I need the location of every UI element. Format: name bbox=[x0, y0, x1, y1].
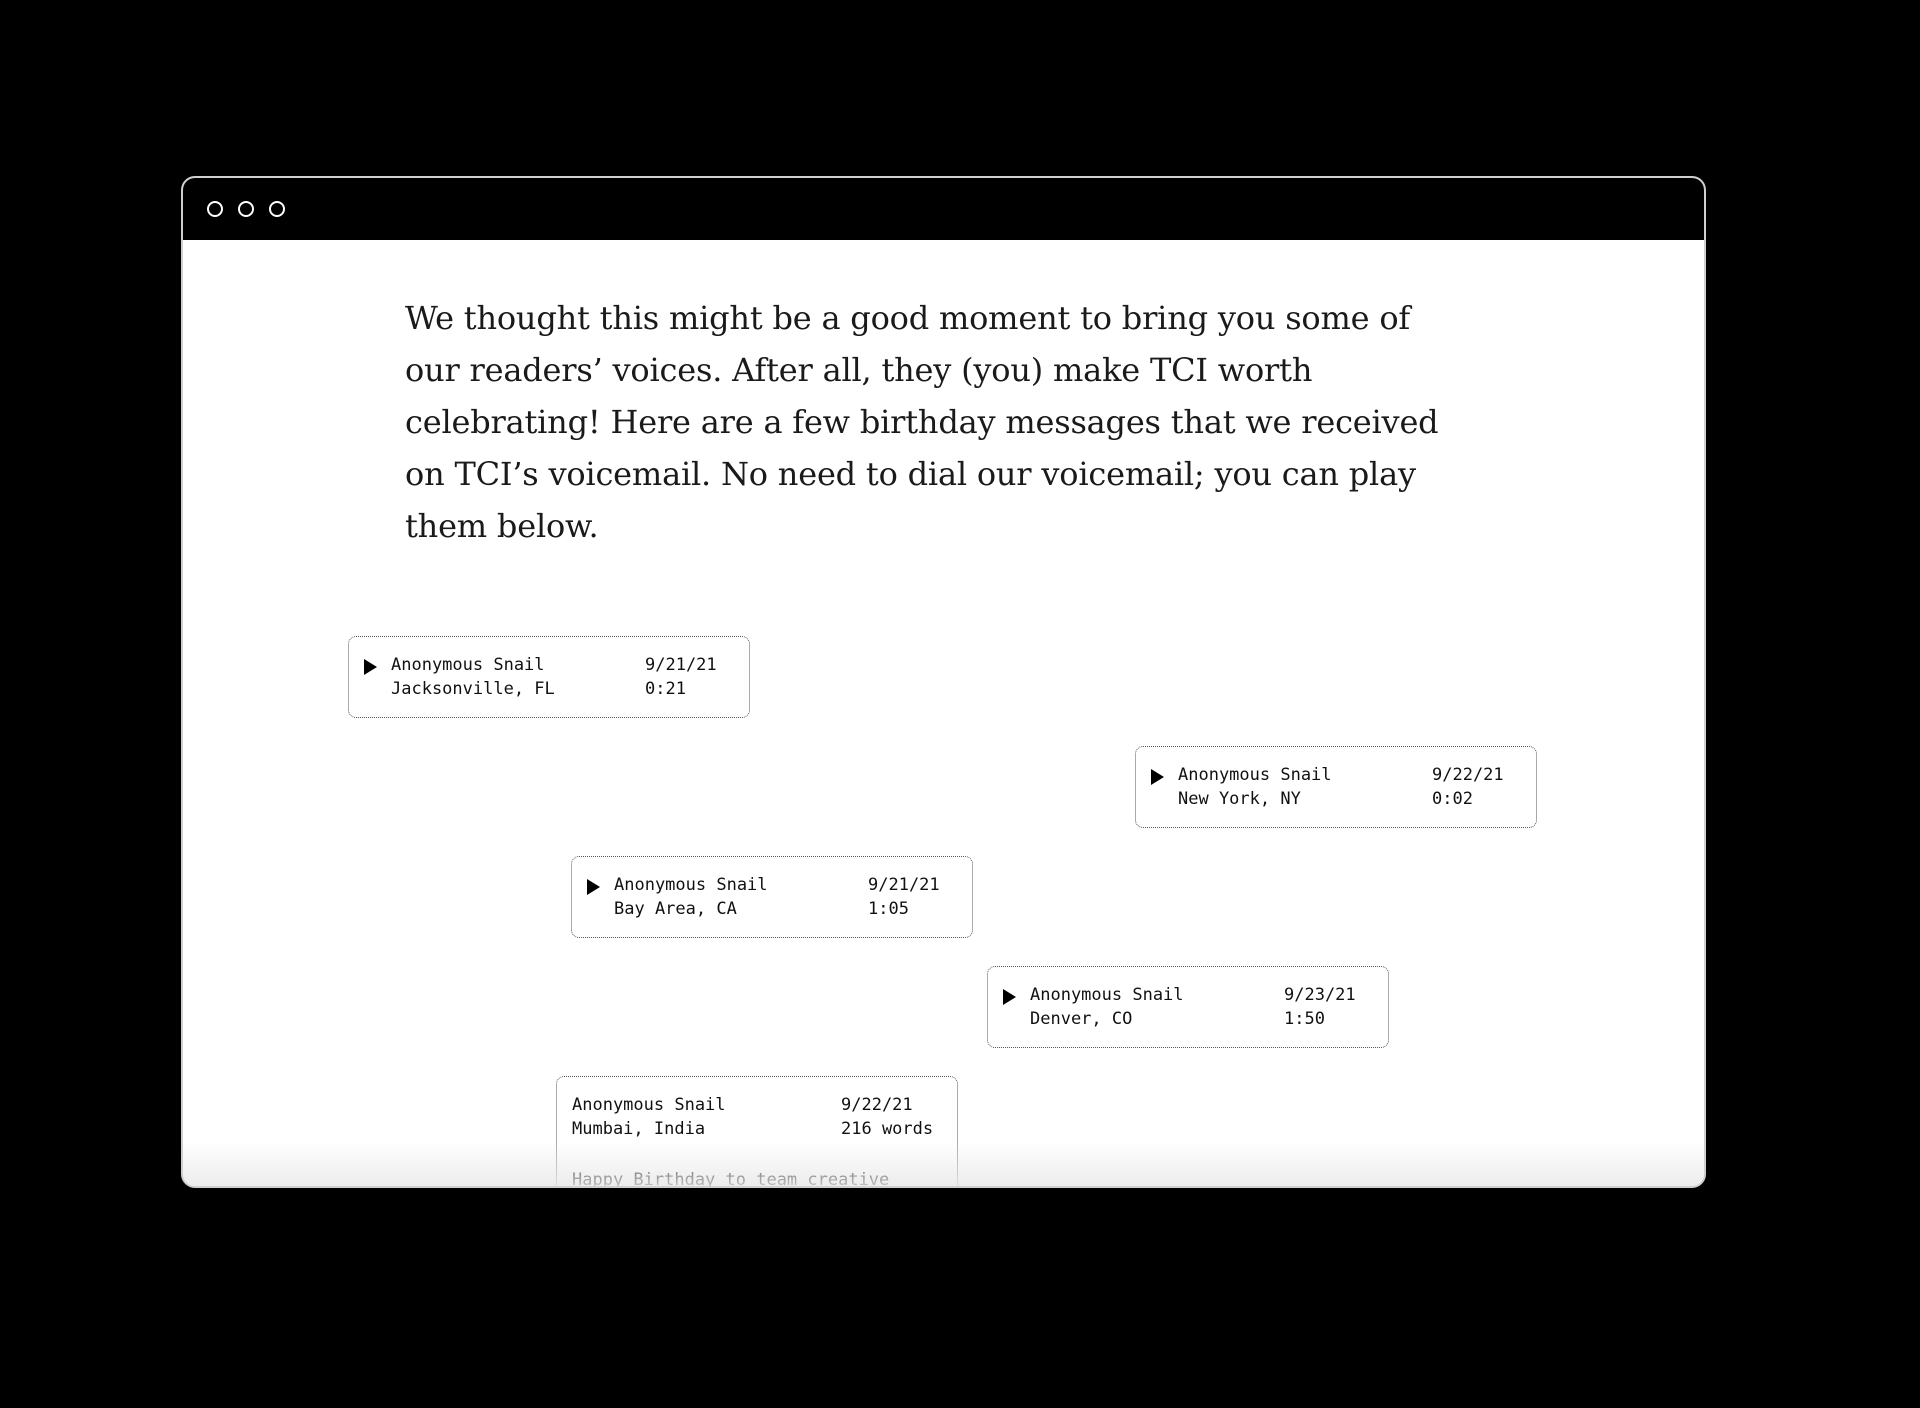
voicemail-duration: 1:50 bbox=[1284, 1009, 1325, 1029]
message-body: Happy Birthday to team creative bbox=[572, 1170, 890, 1188]
intro-paragraph: We thought this might be a good moment t… bbox=[405, 299, 1439, 545]
play-icon[interactable] bbox=[1003, 989, 1016, 1005]
browser-window: We thought this might be a good moment t… bbox=[181, 176, 1706, 1188]
minimize-window-icon[interactable] bbox=[238, 201, 254, 217]
voicemail-duration: 0:21 bbox=[645, 679, 686, 699]
voicemail-location: Jacksonville, FL bbox=[391, 679, 555, 699]
message-sender: Anonymous Snail bbox=[572, 1095, 726, 1115]
message-word-count: 216 words bbox=[841, 1119, 934, 1139]
voicemail-card[interactable]: Anonymous Snail Bay Area, CA 9/21/21 1:0… bbox=[571, 856, 973, 938]
voicemail-duration: 1:05 bbox=[868, 899, 909, 919]
voicemail-location: Bay Area, CA bbox=[614, 899, 737, 919]
voicemail-date: 9/21/21 bbox=[645, 655, 717, 675]
close-window-icon[interactable] bbox=[207, 201, 223, 217]
window-titlebar bbox=[183, 178, 1704, 240]
voicemail-card[interactable]: Anonymous Snail New York, NY 9/22/21 0:0… bbox=[1135, 746, 1537, 828]
voicemail-sender: Anonymous Snail bbox=[391, 655, 545, 675]
voicemail-sender: Anonymous Snail bbox=[614, 875, 768, 895]
message-date: 9/22/21 bbox=[841, 1095, 913, 1115]
voicemail-date: 9/21/21 bbox=[868, 875, 940, 895]
play-icon[interactable] bbox=[587, 879, 600, 895]
voicemail-location: Denver, CO bbox=[1030, 1009, 1133, 1029]
page-content: We thought this might be a good moment t… bbox=[183, 240, 1704, 1188]
voicemail-card[interactable]: Anonymous Snail Jacksonville, FL 9/21/21… bbox=[348, 636, 750, 718]
voicemail-date: 9/22/21 bbox=[1432, 765, 1504, 785]
voicemail-card[interactable]: Anonymous Snail Denver, CO 9/23/21 1:50 bbox=[987, 966, 1389, 1048]
play-icon[interactable] bbox=[1151, 769, 1164, 785]
voicemail-date: 9/23/21 bbox=[1284, 985, 1356, 1005]
voicemail-sender: Anonymous Snail bbox=[1178, 765, 1332, 785]
voicemail-duration: 0:02 bbox=[1432, 789, 1473, 809]
maximize-window-icon[interactable] bbox=[269, 201, 285, 217]
voicemail-sender: Anonymous Snail bbox=[1030, 985, 1184, 1005]
play-icon[interactable] bbox=[364, 659, 377, 675]
message-location: Mumbai, India bbox=[572, 1119, 706, 1139]
voicemail-location: New York, NY bbox=[1178, 789, 1301, 809]
text-message-card[interactable]: Anonymous Snail Mumbai, India 9/22/21 21… bbox=[556, 1076, 958, 1188]
